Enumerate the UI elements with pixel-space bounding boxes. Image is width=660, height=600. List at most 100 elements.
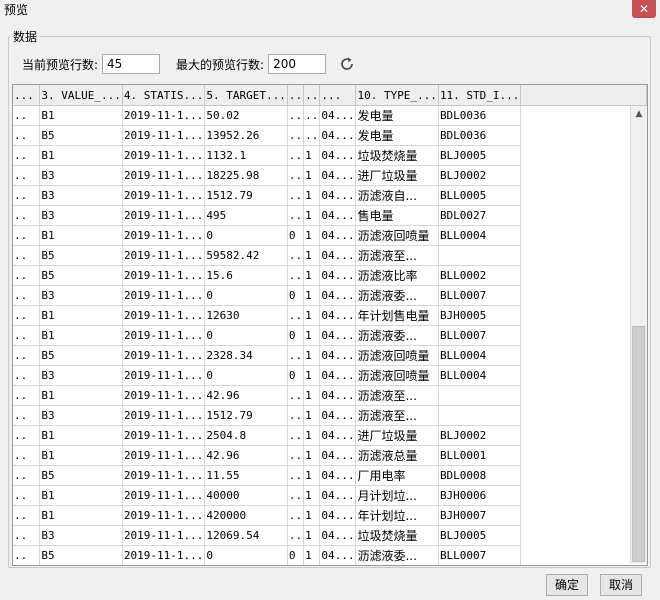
table-cell[interactable]: 04...: [319, 145, 357, 166]
table-cell[interactable]: 04...: [319, 405, 357, 426]
table-cell[interactable]: ..: [287, 405, 305, 426]
table-cell[interactable]: 59582.42: [204, 245, 288, 266]
table-cell[interactable]: ..: [287, 385, 305, 406]
table-cell[interactable]: 1: [303, 185, 321, 206]
table-cell[interactable]: ..: [13, 525, 41, 546]
table-cell[interactable]: 2019-11-1...: [122, 105, 206, 126]
table-cell[interactable]: 0: [204, 225, 288, 246]
table-cell[interactable]: ..: [13, 345, 41, 366]
table-cell[interactable]: 沥滤液回喷量: [355, 225, 439, 246]
table-cell[interactable]: 1: [303, 205, 321, 226]
table-cell[interactable]: ..: [287, 125, 305, 146]
table-cell[interactable]: 沥滤液委...: [355, 325, 439, 346]
cancel-button[interactable]: 取消: [600, 574, 642, 596]
table-cell[interactable]: BLJ0002: [438, 425, 522, 446]
table-cell[interactable]: 12069.54: [204, 525, 288, 546]
table-cell[interactable]: 04...: [319, 505, 357, 526]
table-cell[interactable]: 1: [303, 545, 321, 565]
table-cell[interactable]: 1: [303, 385, 321, 406]
table-cell[interactable]: B5: [39, 545, 123, 565]
table-cell[interactable]: 2019-11-1...: [122, 125, 206, 146]
table-cell[interactable]: ..: [303, 125, 321, 146]
table-cell[interactable]: 2019-11-1...: [122, 425, 206, 446]
table-cell[interactable]: 2019-11-1...: [122, 365, 206, 386]
table-cell[interactable]: 04...: [319, 225, 357, 246]
table-cell[interactable]: 沥滤液回喷量: [355, 365, 439, 386]
table-cell[interactable]: ..: [13, 305, 41, 326]
current-rows-input[interactable]: [102, 54, 161, 74]
table-cell[interactable]: B1: [39, 145, 123, 166]
table-cell[interactable]: 04...: [319, 285, 357, 306]
table-cell[interactable]: 04...: [319, 165, 357, 186]
table-cell[interactable]: BLL0001: [438, 445, 522, 466]
table-cell[interactable]: BLL0002: [438, 265, 522, 286]
table-cell[interactable]: 1: [303, 225, 321, 246]
table-cell[interactable]: BDL0036: [438, 125, 522, 146]
table-cell[interactable]: 1: [303, 505, 321, 526]
table-cell[interactable]: 1: [303, 165, 321, 186]
table-cell[interactable]: 2019-11-1...: [122, 485, 206, 506]
table-cell[interactable]: BLJ0002: [438, 165, 522, 186]
table-cell[interactable]: 04...: [319, 485, 357, 506]
table-row[interactable]: .. B1 2019-11-1... 12630.. 1 04... 年计划售电量 BJH00…: [13, 305, 647, 326]
table-cell[interactable]: ..: [13, 205, 41, 226]
table-cell[interactable]: ..: [287, 445, 305, 466]
table-cell[interactable]: 2019-11-1...: [122, 205, 206, 226]
table-cell[interactable]: 13952.26: [204, 125, 288, 146]
column-header[interactable]: ..: [303, 85, 321, 106]
table-cell[interactable]: ..: [287, 505, 305, 526]
table-cell[interactable]: BLL0005: [438, 185, 522, 206]
table-cell[interactable]: 垃圾焚烧量: [355, 525, 439, 546]
table-cell[interactable]: 11.55: [204, 465, 288, 486]
table-cell[interactable]: BJH0007: [438, 505, 522, 526]
table-cell[interactable]: 0: [287, 365, 305, 386]
table-row[interactable]: .. B1 2019-11-1... 420000.. 1 04... 年计划垃... BJH…: [13, 505, 647, 526]
table-cell[interactable]: 沥滤液回喷量: [355, 345, 439, 366]
max-rows-input[interactable]: [268, 54, 327, 74]
table-cell[interactable]: B1: [39, 325, 123, 346]
table-cell[interactable]: B5: [39, 265, 123, 286]
table-cell[interactable]: 2019-11-1...: [122, 185, 206, 206]
table-cell[interactable]: ..: [13, 225, 41, 246]
table-cell[interactable]: BLL0004: [438, 345, 522, 366]
table-cell[interactable]: ..: [13, 105, 41, 126]
table-cell[interactable]: 1: [303, 525, 321, 546]
table-cell[interactable]: 04...: [319, 205, 357, 226]
table-cell[interactable]: 进厂垃圾量: [355, 425, 439, 446]
table-cell[interactable]: 售电量: [355, 205, 439, 226]
table-cell[interactable]: 沥滤液委...: [355, 285, 439, 306]
table-cell[interactable]: B1: [39, 445, 123, 466]
table-cell[interactable]: B3: [39, 165, 123, 186]
table-cell[interactable]: BLJ0005: [438, 145, 522, 166]
table-cell[interactable]: ..: [13, 505, 41, 526]
table-cell[interactable]: 沥滤液至...: [355, 245, 439, 266]
table-cell[interactable]: BDL0036: [438, 105, 522, 126]
table-cell[interactable]: ..: [13, 545, 41, 565]
table-cell[interactable]: B5: [39, 345, 123, 366]
column-header[interactable]: 3. VALUE_...: [39, 85, 123, 106]
table-row[interactable]: .. B1 2019-11-1... 0 0 1 04... 沥滤液委... BLL0007: [13, 325, 647, 346]
table-cell[interactable]: B3: [39, 185, 123, 206]
table-cell[interactable]: 厂用电率: [355, 465, 439, 486]
table-cell[interactable]: BJH0006: [438, 485, 522, 506]
table-cell[interactable]: 1: [303, 485, 321, 506]
table-cell[interactable]: 沥滤液至...: [355, 405, 439, 426]
table-cell[interactable]: ..: [13, 365, 41, 386]
table-row[interactable]: .. B1 2019-11-1... 40000.. 1 04... 月计划垃... BJH0…: [13, 485, 647, 506]
table-cell[interactable]: ..: [13, 245, 41, 266]
table-cell[interactable]: ..: [13, 425, 41, 446]
column-header[interactable]: ...: [13, 85, 41, 106]
table-cell[interactable]: 沥滤液至...: [355, 385, 439, 406]
table-cell[interactable]: 2504.8: [204, 425, 288, 446]
table-cell[interactable]: 40000: [204, 485, 288, 506]
table-cell[interactable]: BLL0004: [438, 225, 522, 246]
table-row[interactable]: .. B1 2019-11-1... 0 0 1 04... 沥滤液回喷量 BLL0004: [13, 225, 647, 246]
table-cell[interactable]: 1: [303, 405, 321, 426]
column-header[interactable]: ..: [287, 85, 305, 106]
table-row[interactable]: .. B3 2019-11-1... 1512.79.. 1 04... 沥滤液至...: [13, 405, 647, 426]
table-cell[interactable]: 50.02: [204, 105, 288, 126]
column-header[interactable]: 4. STATIS...: [122, 85, 206, 106]
table-row[interactable]: .. B3 2019-11-1... 1512.79.. 1 04... 沥滤液自... BL…: [13, 185, 647, 206]
table-cell[interactable]: ..: [13, 325, 41, 346]
table-cell[interactable]: BDL0008: [438, 465, 522, 486]
